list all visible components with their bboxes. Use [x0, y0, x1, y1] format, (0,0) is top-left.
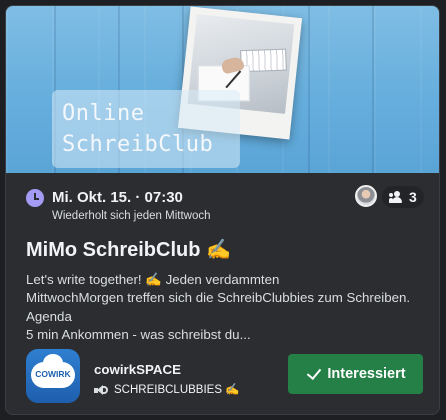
description-line: MittwochMorgen treffen sich die SchreibC…: [26, 290, 411, 306]
banner-label-line1: Online: [62, 101, 145, 126]
description-line: 5 min Ankommen - was schreibst du...: [26, 326, 251, 342]
interested-count: 3: [409, 189, 417, 205]
description-line: Let's write together! ✍️ Jeden verdammte…: [26, 272, 280, 287]
server-name[interactable]: cowirkSPACE: [94, 362, 181, 377]
banner-label-line2: SchreibClub: [62, 132, 214, 157]
event-recurrence: Wiederholt sich jeden Mittwoch: [52, 210, 211, 222]
event-date-time: Mi. Okt. 15. · 07:30: [52, 189, 183, 206]
server-icon-text: COWIRK: [35, 369, 71, 379]
event-card[interactable]: Online SchreibClub Mi. Okt. 15. · 07:30 …: [5, 5, 440, 415]
channel-name: SCHREIBCLUBBIES ✍️: [114, 384, 240, 396]
banner-label: Online SchreibClub: [52, 90, 240, 168]
event-description: Let's write together! ✍️ Jeden verdammte…: [26, 271, 436, 344]
people-icon: [389, 191, 403, 203]
interested-count-badge[interactable]: 3: [382, 186, 424, 208]
avatar[interactable]: [355, 185, 377, 207]
speaker-icon: [94, 384, 108, 396]
interested-button-label: Interessiert: [327, 366, 406, 382]
clock-icon: [26, 189, 44, 207]
event-title: MiMo SchreibClub ✍️: [26, 239, 231, 261]
interested-button[interactable]: Interessiert: [288, 354, 423, 394]
description-line: Agenda: [26, 308, 72, 324]
check-icon: [305, 366, 321, 382]
server-icon[interactable]: COWIRK: [26, 349, 80, 403]
event-banner-image: Online SchreibClub: [6, 6, 439, 173]
